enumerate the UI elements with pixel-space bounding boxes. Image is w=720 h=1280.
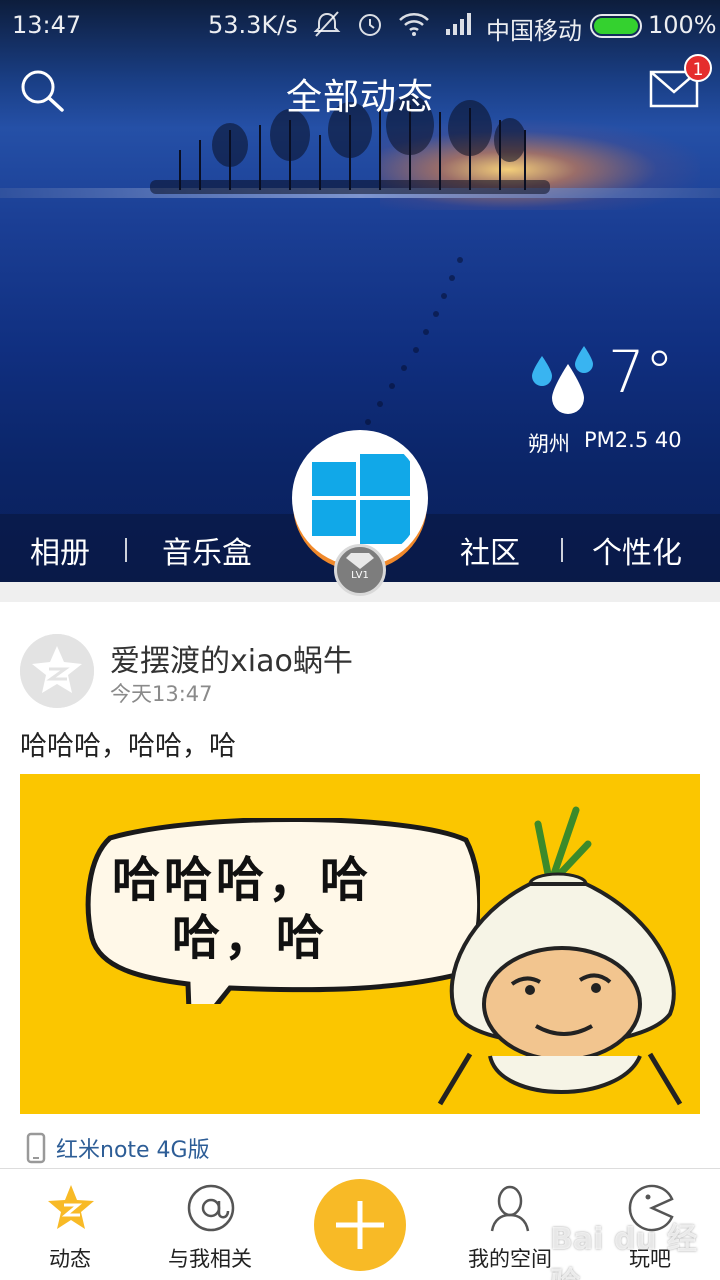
nav-label: 玩吧 xyxy=(629,1247,671,1271)
nav-mentions[interactable]: 与我相关 xyxy=(150,1169,270,1280)
footprints xyxy=(365,257,463,425)
plus-icon xyxy=(336,1201,384,1249)
speech-text-line2: 哈，哈 xyxy=(172,910,329,966)
level-badge[interactable]: LV1 xyxy=(334,544,386,596)
nav-my-space[interactable]: 我的空间 xyxy=(450,1169,570,1280)
tab-community[interactable]: 社区 xyxy=(460,528,520,572)
person-icon xyxy=(490,1185,530,1232)
add-post-button[interactable] xyxy=(314,1179,406,1271)
status-icons xyxy=(312,10,474,38)
device-label: 红米note 4G版 xyxy=(56,1138,210,1163)
diamond-icon xyxy=(346,553,374,569)
post-author-avatar[interactable] xyxy=(20,634,94,708)
rain-drops-icon xyxy=(532,346,593,414)
phone-icon xyxy=(26,1132,46,1164)
network-speed: 53.3K/s xyxy=(208,11,298,39)
tab-divider xyxy=(125,538,127,562)
tab-album[interactable]: 相册 xyxy=(30,528,90,572)
level-label: LV1 xyxy=(351,570,369,581)
bottom-nav: 动态 与我相关 我的空间 玩吧 xyxy=(0,1168,720,1280)
tab-personalize[interactable]: 个性化 xyxy=(592,528,682,572)
nav-label: 动态 xyxy=(49,1247,91,1271)
search-icon[interactable] xyxy=(18,68,68,114)
trees-silhouette xyxy=(150,95,550,194)
post-author-name[interactable]: 爱摆渡的xiao蜗牛 xyxy=(110,636,353,680)
post-device[interactable]: 红米note 4G版 xyxy=(26,1132,210,1164)
star-icon xyxy=(48,1185,94,1229)
mute-icon xyxy=(313,11,341,37)
nav-feed[interactable]: 动态 xyxy=(10,1169,130,1280)
tab-divider xyxy=(561,538,563,562)
status-time: 13:47 xyxy=(12,11,82,39)
feed-post: 爱摆渡的xiao蜗牛 今天13:47 哈哈哈，哈哈，哈 哈哈哈，哈 哈，哈 红米… xyxy=(0,602,720,1168)
signal-icon xyxy=(446,13,471,35)
nav-play[interactable]: 玩吧 xyxy=(590,1169,710,1280)
weather-pm25: PM2.5 40 xyxy=(584,428,682,452)
mail-badge: 1 xyxy=(684,54,712,82)
post-timestamp: 今天13:47 xyxy=(110,682,213,706)
alarm-icon xyxy=(359,14,381,36)
weather-widget[interactable]: 7° 朔州 PM2.5 40 xyxy=(528,338,708,458)
nav-label: 与我相关 xyxy=(168,1247,252,1271)
at-icon xyxy=(187,1184,235,1232)
battery-percent: 100% xyxy=(648,11,717,39)
status-bar: 13:47 53.3K/s 中国移动 100% xyxy=(0,0,720,50)
tab-music-box[interactable]: 音乐盒 xyxy=(162,528,252,572)
garlic-character xyxy=(437,806,683,1106)
qzone-logo-icon xyxy=(20,634,94,708)
battery-fill xyxy=(594,18,638,34)
post-text: 哈哈哈，哈哈，哈 xyxy=(20,731,236,762)
wifi-icon xyxy=(399,13,429,36)
windows-logo-icon xyxy=(298,436,422,560)
nav-label: 我的空间 xyxy=(468,1247,552,1271)
weather-temperature: 7° xyxy=(608,338,674,406)
carrier-name: 中国移动 xyxy=(486,17,582,45)
weather-city: 朔州 xyxy=(528,432,570,456)
pacman-icon xyxy=(628,1184,674,1232)
battery-icon xyxy=(590,14,642,38)
post-image[interactable]: 哈哈哈，哈 哈，哈 xyxy=(20,774,700,1114)
avatar-image xyxy=(298,436,422,560)
